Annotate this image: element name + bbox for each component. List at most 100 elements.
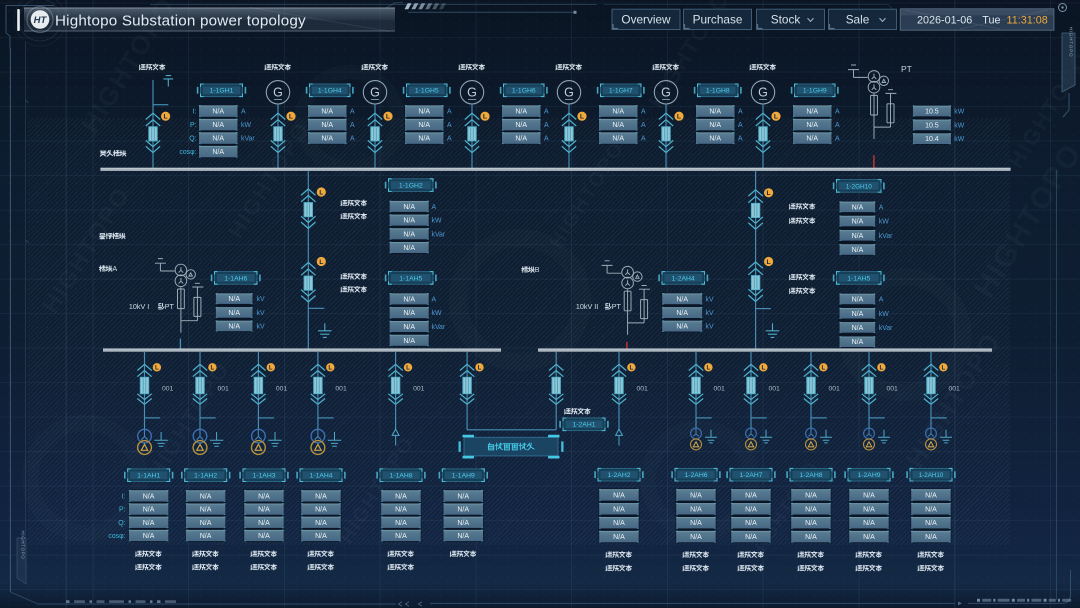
svg-text:1-1GH4: 1-1GH4: [318, 88, 342, 95]
svg-text:N/A: N/A: [457, 507, 469, 514]
svg-text:N/A: N/A: [863, 534, 875, 541]
svg-text:kV: kV: [257, 323, 265, 330]
svg-text:N/A: N/A: [321, 136, 333, 143]
svg-text:G: G: [661, 86, 671, 100]
svg-text:N/A: N/A: [258, 533, 270, 540]
svg-text:N/A: N/A: [613, 520, 625, 527]
svg-text:kW: kW: [241, 122, 251, 129]
svg-text:N/A: N/A: [143, 520, 155, 527]
svg-text:A: A: [350, 122, 355, 129]
svg-text:N/A: N/A: [200, 507, 212, 514]
svg-text:A: A: [447, 109, 452, 116]
svg-text:N/A: N/A: [612, 136, 624, 143]
svg-text:A: A: [432, 296, 437, 303]
svg-text:B: B: [535, 265, 540, 274]
svg-text:N/A: N/A: [709, 136, 721, 143]
svg-text:HIGHTOPO: HIGHTOPO: [143, 357, 235, 483]
svg-text:N/A: N/A: [143, 533, 155, 540]
svg-text:N/A: N/A: [690, 534, 702, 541]
svg-text:1-1AH9: 1-1AH9: [452, 473, 475, 480]
svg-text:P:: P:: [119, 507, 126, 514]
svg-text:10.4: 10.4: [925, 136, 939, 143]
svg-text:kV: kV: [257, 296, 265, 303]
svg-text:N/A: N/A: [143, 493, 155, 500]
svg-text:A: A: [447, 122, 452, 129]
svg-text:1-1GH6: 1-1GH6: [512, 88, 536, 95]
svg-text:kV: kV: [706, 324, 714, 331]
svg-text:N/A: N/A: [200, 493, 212, 500]
svg-text:001: 001: [949, 385, 961, 392]
svg-text:N/A: N/A: [212, 149, 224, 156]
svg-text:N/A: N/A: [515, 136, 527, 143]
svg-text:1-1AH2: 1-1AH2: [194, 473, 217, 480]
svg-text:HIGHTOPO: HIGHTOPO: [37, 182, 136, 318]
svg-text:1-1GH1: 1-1GH1: [210, 88, 234, 95]
svg-text:G: G: [758, 86, 768, 100]
svg-text:A: A: [641, 122, 646, 129]
svg-text:N/A: N/A: [315, 533, 327, 540]
svg-text:A: A: [641, 109, 646, 116]
svg-text:A: A: [112, 264, 117, 273]
svg-text:1-1AH5: 1-1AH5: [847, 275, 870, 282]
svg-text:N/A: N/A: [613, 534, 625, 541]
svg-text:PT: PT: [901, 64, 912, 74]
svg-text:N/A: N/A: [258, 493, 270, 500]
svg-text:A: A: [447, 136, 452, 143]
svg-text:A: A: [350, 136, 355, 143]
svg-text:N/A: N/A: [403, 218, 415, 225]
svg-text:001: 001: [276, 385, 288, 392]
svg-text:N/A: N/A: [852, 296, 864, 303]
svg-text:I:: I:: [193, 109, 197, 116]
svg-text:N/A: N/A: [321, 122, 333, 129]
svg-text:N/A: N/A: [676, 310, 688, 317]
svg-text:N/A: N/A: [745, 534, 757, 541]
svg-text:N/A: N/A: [745, 492, 757, 499]
svg-text:Q:: Q:: [118, 520, 125, 527]
svg-text:1-2AH9: 1-2AH9: [857, 472, 880, 479]
svg-text:kVar: kVar: [879, 233, 893, 240]
svg-text:1-2AH6: 1-2AH6: [684, 472, 707, 479]
svg-text:kVar: kVar: [432, 324, 446, 331]
svg-text:N/A: N/A: [690, 506, 702, 513]
svg-text:N/A: N/A: [925, 534, 937, 541]
svg-text:001: 001: [887, 385, 899, 392]
svg-text:2026-01-06: 2026-01-06: [917, 15, 972, 27]
svg-text:N/A: N/A: [200, 520, 212, 527]
svg-text:N/A: N/A: [315, 493, 327, 500]
svg-text:N/A: N/A: [143, 507, 155, 514]
svg-text:N/A: N/A: [613, 492, 625, 499]
svg-text:A: A: [544, 109, 549, 116]
svg-text:10kV I: 10kV I: [129, 302, 149, 311]
svg-text:N/A: N/A: [212, 109, 224, 116]
svg-text:001: 001: [335, 385, 347, 392]
svg-text:N/A: N/A: [690, 520, 702, 527]
svg-text:1-2AH2: 1-2AH2: [607, 472, 630, 479]
svg-text:N/A: N/A: [457, 533, 469, 540]
svg-text:N/A: N/A: [315, 520, 327, 527]
svg-text:I:: I:: [122, 493, 126, 500]
svg-text:kW: kW: [432, 310, 442, 317]
svg-text:N/A: N/A: [395, 507, 407, 514]
svg-text:1-1AH4: 1-1AH4: [309, 473, 332, 480]
svg-text:Hightopo Substation power topo: Hightopo Substation power topology: [55, 13, 306, 30]
svg-text:N/A: N/A: [852, 325, 864, 332]
svg-text:1-2AH1: 1-2AH1: [572, 422, 595, 429]
svg-text:N/A: N/A: [395, 533, 407, 540]
svg-text:1-2AH10: 1-2AH10: [919, 472, 944, 479]
svg-text:1-1GH9: 1-1GH9: [803, 88, 827, 95]
svg-text:N/A: N/A: [863, 492, 875, 499]
svg-text:1-2AH7: 1-2AH7: [739, 472, 762, 479]
svg-text:N/A: N/A: [613, 506, 625, 513]
svg-text:A: A: [738, 122, 743, 129]
svg-text:N/A: N/A: [403, 204, 415, 211]
svg-text:P:: P:: [190, 122, 197, 129]
svg-text:A: A: [879, 204, 884, 211]
svg-text:1-1AH5: 1-1AH5: [399, 275, 422, 282]
svg-text:10kV II: 10kV II: [576, 302, 598, 311]
svg-text:N/A: N/A: [228, 323, 240, 330]
svg-text:Q:: Q:: [189, 136, 196, 143]
svg-text:001: 001: [162, 385, 174, 392]
svg-text:A: A: [738, 136, 743, 143]
svg-text:N/A: N/A: [258, 520, 270, 527]
svg-text:HT: HT: [34, 15, 48, 26]
